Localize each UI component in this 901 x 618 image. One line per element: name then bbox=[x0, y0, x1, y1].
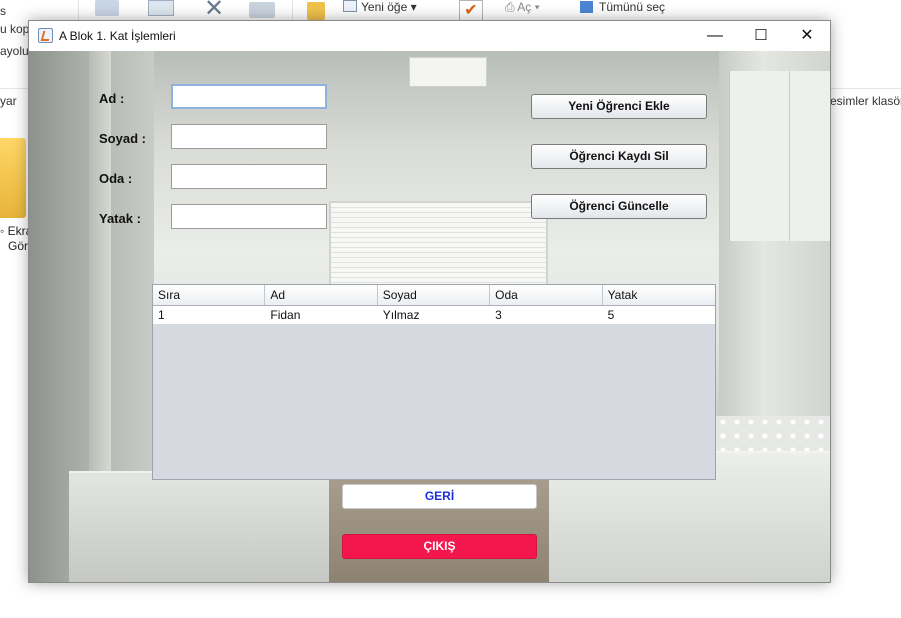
minimize-button[interactable]: — bbox=[692, 21, 738, 51]
table-cell: 3 bbox=[495, 308, 502, 322]
java-app-icon bbox=[38, 28, 53, 43]
ribbon-path-fragment: ayolu bbox=[0, 44, 29, 58]
column-header-ad[interactable]: Ad bbox=[265, 285, 378, 305]
ad-label: Ad : bbox=[99, 91, 125, 106]
table-cell: Yılmaz bbox=[382, 308, 420, 322]
desktop-folder-icon[interactable] bbox=[0, 138, 26, 218]
back-button[interactable]: GERİ bbox=[342, 484, 537, 509]
new-item-icon bbox=[343, 0, 357, 12]
maximize-button[interactable]: ☐ bbox=[738, 21, 784, 51]
ribbon-fragment-s: s bbox=[0, 4, 6, 18]
rename-icon[interactable] bbox=[249, 2, 275, 18]
select-all-icon bbox=[580, 1, 593, 13]
open-menu[interactable]: ⎙ Aç ▾ bbox=[505, 0, 540, 15]
background-photo-cabinet bbox=[729, 71, 830, 241]
soyad-input[interactable] bbox=[171, 124, 327, 149]
copy-icon[interactable] bbox=[148, 0, 174, 16]
table-cell: Fidan bbox=[270, 308, 301, 322]
table-row[interactable]: 1 Fidan Yılmaz 3 5 bbox=[153, 306, 715, 324]
close-button[interactable]: ✕ bbox=[784, 21, 830, 51]
app-window: A Blok 1. Kat İşlemleri — ☐ ✕ Ad : Soyad… bbox=[28, 20, 831, 583]
column-header-soyad[interactable]: Soyad bbox=[378, 285, 491, 305]
oda-input[interactable] bbox=[171, 164, 327, 189]
table-cell: 5 bbox=[607, 308, 615, 322]
window-content: Ad : Soyad : Oda : Yatak : Yeni Öğrenci … bbox=[29, 51, 830, 582]
yatak-label: Yatak : bbox=[99, 211, 141, 226]
paste-icon[interactable] bbox=[95, 0, 119, 16]
table-cell: 1 bbox=[158, 308, 165, 322]
oda-label: Oda : bbox=[99, 171, 133, 186]
exit-button[interactable]: ÇIKIŞ bbox=[342, 534, 537, 559]
ribbon-copy-fragment: u kop bbox=[0, 22, 30, 36]
yatak-input[interactable] bbox=[171, 204, 327, 229]
address-right-fragment: esimler klasör bbox=[830, 94, 901, 108]
new-item-menu[interactable]: Yeni öğe ▾ bbox=[361, 0, 417, 14]
column-header-yatak[interactable]: Yatak bbox=[603, 285, 715, 305]
background-photo-light bbox=[409, 57, 487, 87]
students-table[interactable]: Sıra Ad Soyad Oda Yatak 1 Fidan Yılmaz 3… bbox=[152, 284, 716, 480]
address-left-fragment: yar bbox=[0, 94, 17, 108]
table-header: Sıra Ad Soyad Oda Yatak bbox=[153, 285, 715, 306]
delete-student-button[interactable]: Öğrenci Kaydı Sil bbox=[531, 144, 707, 169]
window-title: A Blok 1. Kat İşlemleri bbox=[59, 29, 176, 43]
update-student-button[interactable]: Öğrenci Güncelle bbox=[531, 194, 707, 219]
add-student-button[interactable]: Yeni Öğrenci Ekle bbox=[531, 94, 707, 119]
delete-icon[interactable]: ✕ bbox=[204, 0, 232, 21]
properties-icon[interactable]: ✔ bbox=[459, 0, 483, 22]
ad-input[interactable] bbox=[171, 84, 327, 109]
column-header-sira[interactable]: Sıra bbox=[153, 285, 266, 305]
background-photo-bed-left bbox=[69, 471, 329, 582]
soyad-label: Soyad : bbox=[99, 131, 146, 146]
select-all-button[interactable]: Tümünü seç bbox=[599, 0, 665, 14]
new-folder-icon[interactable] bbox=[307, 2, 325, 20]
column-header-oda[interactable]: Oda bbox=[490, 285, 603, 305]
background-photo-cabinet-line bbox=[789, 71, 790, 241]
title-bar[interactable]: A Blok 1. Kat İşlemleri — ☐ ✕ bbox=[29, 21, 830, 51]
